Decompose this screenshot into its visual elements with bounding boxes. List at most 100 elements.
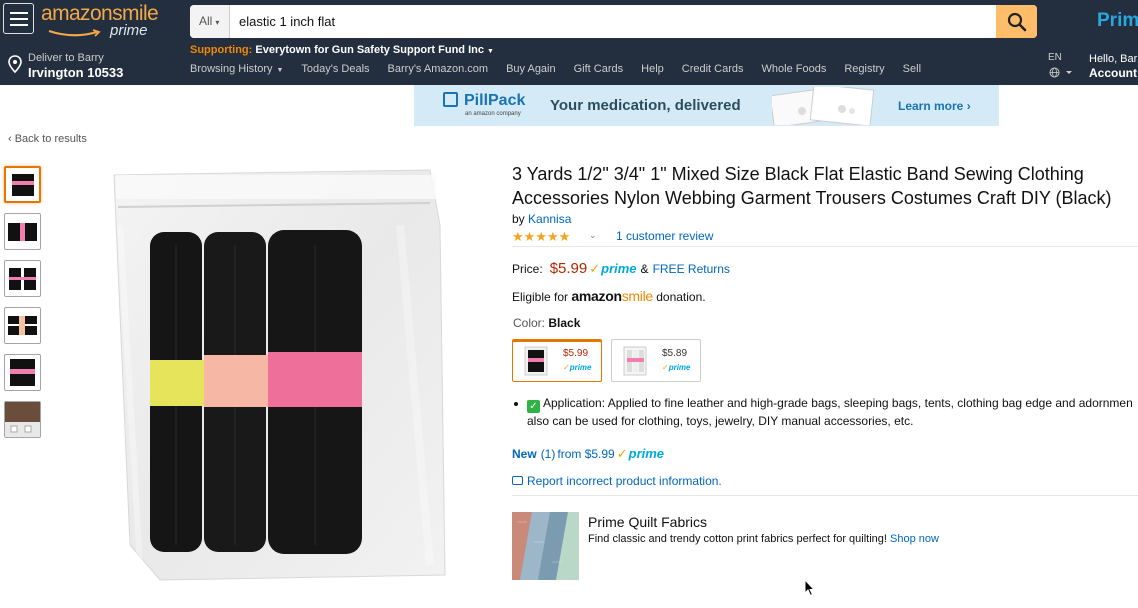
deliver-to-location: Irvington 10533 — [28, 65, 124, 80]
feature-line-1: Application: Applied to fine leather and… — [543, 396, 1133, 410]
pill-packets-image — [772, 87, 875, 125]
supporting-org: Everytown for Gun Safety Support Fund In… — [255, 44, 484, 56]
supporting-charity[interactable]: Supporting: Everytown for Gun Safety Sup… — [190, 44, 494, 56]
banner-brand-sub: an amazon company — [465, 111, 521, 117]
report-text: Report incorrect product information. — [527, 474, 722, 488]
report-incorrect-info-link[interactable]: Report incorrect product information. — [512, 474, 722, 488]
chevron-down-icon[interactable]: ⌄ — [589, 230, 597, 241]
back-to-results-link[interactable]: ‹ Back to results — [8, 133, 87, 145]
deliver-to-name: Deliver to Barry — [28, 52, 104, 64]
star-icon: ★ — [512, 229, 524, 244]
nav-help[interactable]: Help — [641, 63, 664, 75]
nav-buy-again[interactable]: Buy Again — [506, 63, 556, 75]
nav-whole-foods[interactable]: Whole Foods — [762, 63, 827, 75]
hamburger-menu-icon[interactable] — [3, 3, 34, 34]
prime-badge-icon: ✓ prime — [589, 261, 637, 276]
pillpack-logo-icon — [443, 92, 458, 107]
by-label: by — [512, 212, 525, 226]
location-pin-icon — [8, 55, 22, 73]
swatch-price: $5.89 — [662, 348, 688, 359]
globe-icon[interactable] — [1049, 67, 1073, 78]
shop-now-link[interactable]: Shop now — [890, 533, 939, 545]
swatch-image — [623, 346, 647, 376]
price-label: Price: — [512, 262, 543, 276]
product-title-line-1: 3 Yards 1/2" 3/4" 1" Mixed Size Black Fl… — [512, 164, 1084, 184]
thumbnail-4[interactable] — [4, 307, 41, 344]
chevron-down-icon: ▾ — [215, 18, 220, 27]
nav-registry[interactable]: Registry — [844, 63, 884, 75]
nav-credit-cards[interactable]: Credit Cards — [682, 63, 744, 75]
ad-desc-text: Find classic and trendy cotton print fab… — [588, 533, 887, 545]
swatch-price: $5.99 — [563, 348, 589, 359]
nav-barrys-amazon[interactable]: Barry's Amazon.com — [388, 63, 489, 75]
chevron-down-icon: ▼ — [274, 67, 284, 74]
nav-gift-cards[interactable]: Gift Cards — [574, 63, 624, 75]
prime-word: prime — [628, 446, 665, 461]
thumbnail-image — [12, 174, 34, 196]
customer-reviews-link[interactable]: 1 customer review — [616, 229, 713, 243]
search-icon — [1007, 12, 1026, 31]
byline: by Kannisa — [512, 212, 571, 226]
chevron-down-icon: ▼ — [487, 48, 494, 55]
banner-learn-more-link[interactable]: Learn more › — [898, 99, 971, 113]
search-category-dropdown[interactable]: All ▾ — [190, 5, 230, 38]
thumbnail-image — [9, 268, 36, 290]
and-label: & — [640, 262, 649, 276]
amazon-smile-logo[interactable]: amazonsmile prime — [41, 2, 181, 42]
mouse-cursor-icon — [804, 579, 816, 597]
star-icon: ★ — [546, 229, 559, 244]
smile-eligible-note: Eligible for amazonsmile donation. — [512, 288, 706, 304]
divider — [512, 495, 1138, 496]
language-label[interactable]: EN — [1048, 52, 1062, 63]
price-row: Price: $5.99 ✓ prime & FREE Returns — [512, 260, 730, 277]
color-swatch-alt[interactable]: $5.89 ✓prime — [611, 339, 701, 382]
nav-label: Browsing History — [190, 63, 273, 75]
nav-todays-deals[interactable]: Today's Deals — [301, 63, 369, 75]
search-input[interactable] — [231, 5, 991, 38]
nav-links: Browsing History ▼ Today's Deals Barry's… — [190, 63, 939, 75]
free-returns-link[interactable]: FREE Returns — [653, 262, 730, 276]
color-label: Color: — [513, 316, 546, 330]
swatch-prime-icon: ✓prime — [563, 363, 592, 372]
star-icon: ★ — [523, 229, 536, 244]
top-navigation: amazonsmile prime All▾ Prime Deliver to … — [0, 0, 1138, 85]
account-menu[interactable]: Account — [1089, 66, 1137, 80]
color-selector-label: Color: Black — [513, 316, 580, 330]
logo-prime: prime — [110, 22, 148, 39]
thumbnail-3[interactable] — [4, 260, 41, 297]
new-count: (1) — [540, 447, 556, 461]
eligible-prefix: Eligible for — [512, 290, 569, 304]
search-button[interactable] — [996, 5, 1037, 38]
nav-sell[interactable]: Sell — [903, 63, 921, 75]
eligible-suffix: donation. — [656, 290, 706, 304]
color-value: Black — [548, 316, 581, 330]
new-label: New — [512, 447, 537, 461]
nav-browsing-history[interactable]: Browsing History ▼ — [190, 63, 283, 75]
feature-text: ✓ Application: Applied to fine leather an… — [527, 395, 1138, 430]
check-mark-icon: ✓ — [527, 400, 540, 413]
quilt-fabrics-image[interactable] — [512, 512, 579, 580]
new-from-offers[interactable]: New (1) from $5.99 ✓ prime — [512, 446, 664, 462]
main-product-image[interactable] — [100, 165, 460, 585]
feature-line-2: also can be used for clothing, toys, jew… — [527, 414, 914, 428]
divider — [512, 246, 1138, 247]
logo-text: amazon — [41, 2, 113, 25]
bullet-dot — [514, 402, 518, 406]
pillpack-banner-ad[interactable]: PillPack an amazon company Your medicati… — [414, 85, 999, 126]
star-rating[interactable]: ★ ★ ★ ★ ★ — [512, 230, 570, 243]
price-value: $5.99 — [549, 260, 588, 277]
account-greeting[interactable]: Hello, Bar — [1089, 53, 1137, 65]
thumbnail-image — [10, 359, 35, 386]
thumbnail-1[interactable] — [4, 166, 41, 203]
thumbnail-image — [8, 223, 37, 241]
ad-title[interactable]: Prime Quilt Fabrics — [588, 514, 707, 530]
swatch-image — [524, 346, 548, 376]
thumbnail-2[interactable] — [4, 213, 41, 250]
supporting-label: Supporting: — [190, 44, 253, 56]
brand-link[interactable]: Kannisa — [528, 212, 571, 226]
product-title: 3 Yards 1/2" 3/4" 1" Mixed Size Black Fl… — [512, 162, 1138, 210]
thumbnail-6[interactable] — [4, 401, 41, 438]
color-swatch-black[interactable]: $5.99 ✓prime — [512, 339, 602, 382]
thumbnail-5[interactable] — [4, 354, 41, 391]
prime-link[interactable]: Prime — [1097, 10, 1138, 32]
